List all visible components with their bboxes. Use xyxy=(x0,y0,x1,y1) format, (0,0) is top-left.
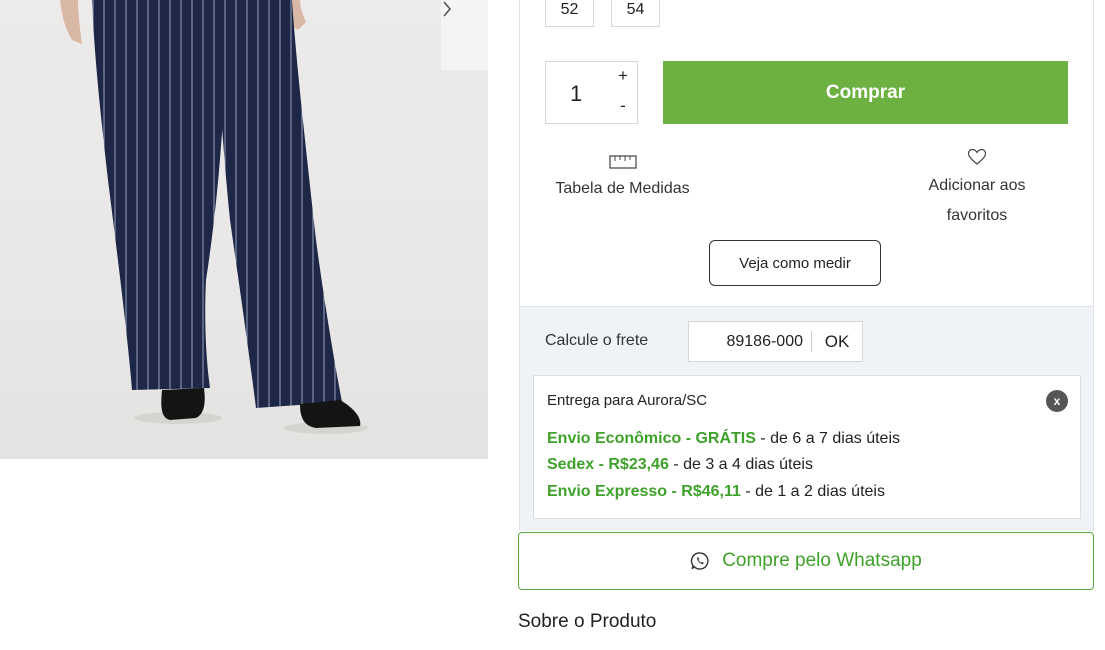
whatsapp-buy-button[interactable]: Compre pelo Whatsapp xyxy=(518,532,1094,590)
shipping-option-detail: - de 3 a 4 dias úteis xyxy=(668,456,813,473)
shipping-option-detail: - de 1 a 2 dias úteis xyxy=(740,483,885,500)
size-option-52[interactable]: 52 xyxy=(545,0,594,27)
add-to-favorites-link[interactable]: Adicionar aos favoritos xyxy=(916,148,1038,231)
quantity-stepper: 1 + - xyxy=(545,61,638,124)
favorites-label-line2: favoritos xyxy=(946,207,1008,224)
favorites-label-line1: Adicionar aos xyxy=(928,177,1026,194)
quantity-value[interactable]: 1 xyxy=(570,81,582,107)
product-purchase-panel: 52 54 1 + - Comprar Tabela de Medidas Ad… xyxy=(519,0,1094,531)
quantity-increase-button[interactable]: + xyxy=(612,66,634,88)
quantity-decrease-button[interactable]: - xyxy=(612,96,634,118)
shipping-option-name: Envio Expresso - R$46,11 xyxy=(547,483,741,500)
shipping-option-name: Envio Econômico - GRÁTIS xyxy=(547,430,756,447)
about-product-title: Sobre o Produto xyxy=(518,611,657,632)
how-to-measure-button[interactable]: Veja como medir xyxy=(709,240,881,286)
shipping-option-name: Sedex - R$23,46 xyxy=(547,456,669,473)
shipping-calculator: Calcule o frete OK Entrega para Aurora/S… xyxy=(520,306,1093,531)
shipping-option: Envio Econômico - GRÁTIS - de 6 a 7 dias… xyxy=(547,430,900,448)
chevron-right-icon xyxy=(443,1,452,17)
buy-button[interactable]: Comprar xyxy=(663,61,1068,124)
shipping-option: Envio Expresso - R$46,11 - de 1 a 2 dias… xyxy=(547,483,885,501)
shipping-result: Entrega para Aurora/SC x Envio Econômico… xyxy=(533,375,1081,519)
whatsapp-icon xyxy=(691,552,709,570)
ruler-icon xyxy=(608,155,637,169)
size-option-54[interactable]: 54 xyxy=(611,0,660,27)
shipping-option: Sedex - R$23,46 - de 3 a 4 dias úteis xyxy=(547,456,813,474)
size-table-link[interactable]: Tabela de Medidas xyxy=(545,155,700,198)
heart-icon xyxy=(967,148,987,165)
cep-input[interactable] xyxy=(689,322,811,361)
gallery-next-button[interactable] xyxy=(441,0,488,70)
whatsapp-button-label: Compre pelo Whatsapp xyxy=(722,550,922,571)
close-result-button[interactable]: x xyxy=(1046,390,1068,412)
shipping-label: Calcule o frete xyxy=(545,332,649,349)
shipping-result-title: Entrega para Aurora/SC xyxy=(547,392,708,409)
cep-ok-button[interactable]: OK xyxy=(812,322,862,361)
shipping-option-detail: - de 6 a 7 dias úteis xyxy=(755,430,900,447)
size-table-label: Tabela de Medidas xyxy=(555,180,690,197)
cep-form: OK xyxy=(688,321,863,362)
product-image xyxy=(0,0,488,459)
product-photo xyxy=(60,0,368,434)
